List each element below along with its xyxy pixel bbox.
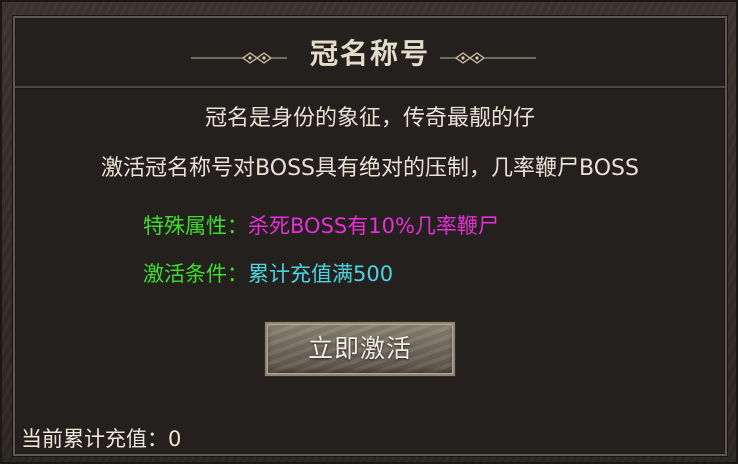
activate-button[interactable]: 立即激活: [265, 322, 455, 376]
activation-condition-value: 累计充值满500: [248, 262, 394, 286]
title-dialog-panel: 冠名称号 冠名是身份的象征，传奇最靓的仔 激活冠名称号对BOSS具有绝对的压制，…: [13, 16, 727, 456]
page-title: 冠名称号: [309, 37, 430, 70]
special-attribute-value: 杀死BOSS有10%几率鞭尸: [248, 214, 499, 238]
special-attribute-row: 特殊属性：杀死BOSS有10%几率鞭尸: [143, 210, 499, 240]
current-recharge-status: 当前累计充值：0: [21, 423, 181, 453]
title-ornament-right-icon: [440, 52, 536, 64]
current-recharge-value: 0: [168, 427, 182, 451]
dialog-header: 冠名称号: [15, 18, 725, 88]
title-dialog-frame: 冠名称号 冠名是身份的象征，传奇最靓的仔 激活冠名称号对BOSS具有绝对的压制，…: [0, 0, 738, 464]
description-line-1: 冠名是身份的象征，传奇最靓的仔: [204, 106, 535, 131]
activation-condition-label: 激活条件：: [143, 262, 248, 286]
description-line-2: 激活冠名称号对BOSS具有绝对的压制，几率鞭尸BOSS: [101, 156, 639, 181]
special-attribute-label: 特殊属性：: [143, 214, 248, 238]
current-recharge-label: 当前累计充值：: [21, 427, 168, 451]
activation-condition-row: 激活条件：累计充值满500: [143, 258, 393, 288]
